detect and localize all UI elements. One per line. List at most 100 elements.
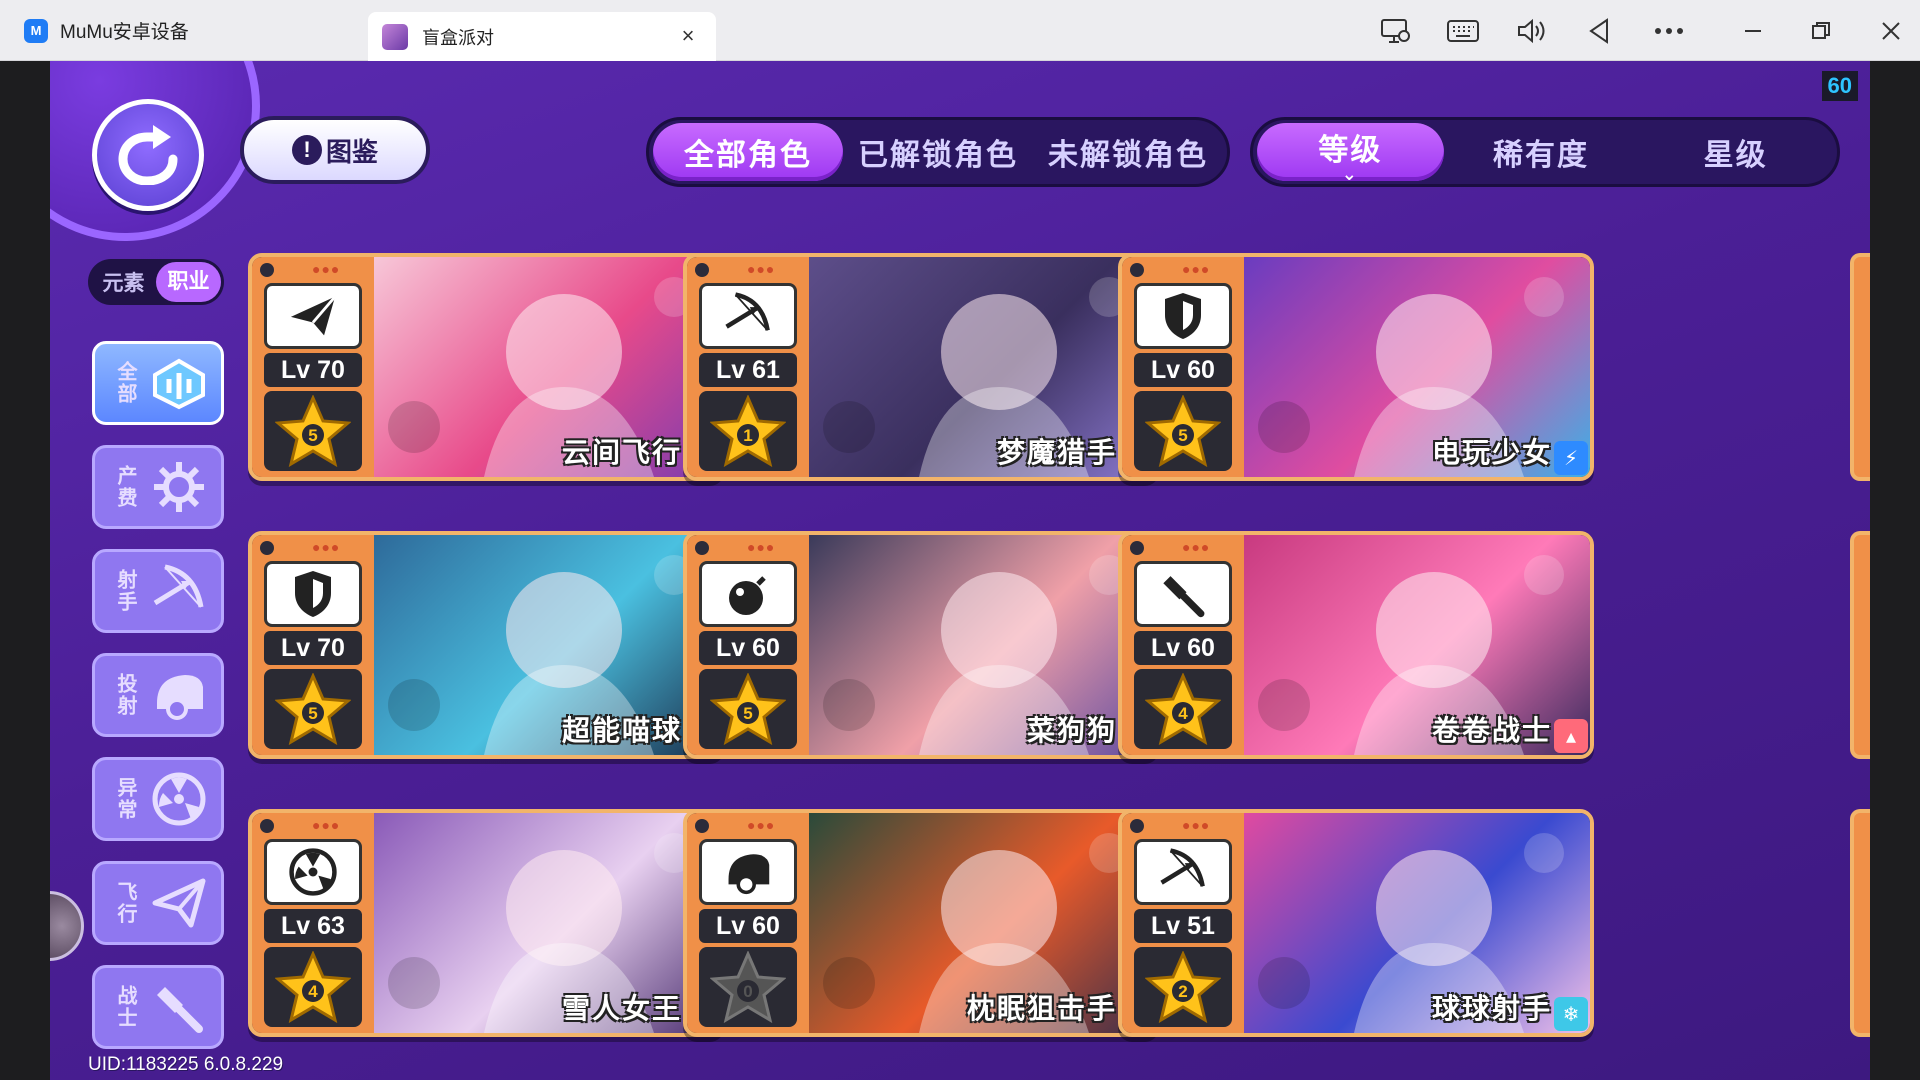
star-rank: 5 [1134, 391, 1232, 471]
card-info-panel: ●●● Lv 60 5 [1122, 257, 1244, 477]
more-options-icon[interactable] [1652, 14, 1686, 48]
star-icon: 2 [1145, 951, 1221, 1023]
character-card[interactable]: ●●● Lv 70 5 超能喵球 ⚡ [248, 531, 724, 759]
category-flying[interactable]: 飞行 [92, 861, 224, 945]
tab-locked-characters[interactable]: 未解锁角色 [1033, 123, 1223, 181]
peek-card[interactable] [1850, 809, 1870, 1037]
alert-icon: ! [291, 135, 322, 165]
star-icon: 4 [1145, 673, 1221, 745]
close-window-icon[interactable] [1874, 14, 1908, 48]
rarity-dots: ●●● [1182, 539, 1211, 555]
card-info-panel: ●●● Lv 60 0 [687, 813, 809, 1033]
level-badge: Lv 70 [264, 353, 362, 387]
character-card[interactable]: ●●● Lv 60 5 菜狗狗 ◐ [683, 531, 1159, 759]
card-corner-dot [1130, 541, 1144, 555]
paper-plane-icon [150, 874, 208, 932]
level-badge: Lv 63 [264, 909, 362, 943]
star-icon: 5 [710, 673, 786, 745]
game-tab[interactable]: 盲盒派对 × [368, 12, 716, 61]
character-card[interactable]: ●●● Lv 70 5 云间飞行 ⚡ [248, 253, 724, 481]
category-all[interactable]: 全部 [92, 341, 224, 425]
avatar[interactable] [50, 891, 84, 961]
tab-unlocked-characters[interactable]: 已解锁角色 [843, 123, 1033, 181]
toggle-job[interactable]: 职业 [156, 262, 221, 302]
element-job-toggle[interactable]: 元素 职业 [88, 259, 224, 305]
mumu-logo-icon: M [24, 18, 48, 43]
cannon-icon [699, 839, 797, 905]
star-rank: 0 [699, 947, 797, 1027]
card-info-panel: ●●● Lv 63 4 [252, 813, 374, 1033]
keyboard-icon[interactable] [1446, 14, 1480, 48]
character-name: 枕眠狙击手 [966, 993, 1117, 1024]
category-warrior[interactable]: 战士 [92, 965, 224, 1049]
character-name: 超能喵球 [561, 715, 682, 746]
lightning-icon: ⚡ [1554, 441, 1588, 475]
star-rank: 5 [264, 391, 362, 471]
card-corner-dot [1130, 263, 1144, 277]
card-corner-dot [695, 541, 709, 555]
character-card[interactable]: ●●● Lv 51 2 球球射手 ❄ [1118, 809, 1594, 1037]
minimize-icon[interactable] [1736, 14, 1770, 48]
toggle-element[interactable]: 元素 [91, 267, 156, 297]
card-corner-dot [260, 819, 274, 833]
star-icon: 4 [275, 951, 351, 1023]
volume-icon[interactable] [1514, 14, 1548, 48]
star-count: 5 [743, 704, 752, 723]
app-name: MuMu安卓设备 [60, 22, 189, 43]
game-viewport: 60 ! 图鉴 全部角色 已解锁角色 未解锁角色 等级 ⌄ 稀有度 星级 元素 … [50, 61, 1870, 1080]
level-badge: Lv 60 [1134, 353, 1232, 387]
rarity-dots: ●●● [1182, 261, 1211, 277]
character-card[interactable]: ●●● Lv 60 0 枕眠狙击手 ★ [683, 809, 1159, 1037]
app-tab[interactable]: M MuMu安卓设备 [0, 0, 368, 61]
bomb-icon [699, 561, 797, 627]
star-rank: 1 [699, 391, 797, 471]
rarity-dots: ●●● [312, 539, 341, 555]
card-corner-dot [695, 263, 709, 277]
star-count: 2 [1178, 982, 1187, 1001]
back-arrow-icon [118, 125, 178, 185]
character-card[interactable]: ●●● Lv 60 5 电玩少女 ⚡ [1118, 253, 1594, 481]
category-archer[interactable]: 射手 [92, 549, 224, 633]
character-name: 球球射手 [1431, 993, 1552, 1024]
character-card[interactable]: ●●● Lv 61 1 梦魔猎手 ▲ [683, 253, 1159, 481]
close-tab-button[interactable]: × [674, 22, 702, 50]
character-name: 电玩少女 [1431, 437, 1552, 468]
level-badge: Lv 61 [699, 353, 797, 387]
star-count: 4 [308, 982, 318, 1001]
back-triangle-icon[interactable] [1582, 14, 1616, 48]
character-card[interactable]: ●●● Lv 63 4 雪人女王 ❄ [248, 809, 724, 1037]
sort-level-label: 等级 [1318, 134, 1383, 167]
peek-card[interactable] [1850, 253, 1870, 481]
rarity-dots: ●●● [747, 261, 776, 277]
character-name: 卷卷战士 [1431, 715, 1552, 746]
character-card[interactable]: ●●● Lv 60 4 卷卷战士 ▴ [1118, 531, 1594, 759]
character-name: 雪人女王 [561, 993, 682, 1024]
star-icon: 5 [275, 395, 351, 467]
fps-counter: 60 [1821, 71, 1858, 101]
sort-by-star[interactable]: 星级 [1638, 123, 1833, 181]
rarity-dots: ●●● [747, 817, 776, 833]
uid-version-text: UID:1183225 6.0.8.229 [88, 1054, 284, 1075]
rarity-dots: ●●● [1182, 817, 1211, 833]
shield-icon [1134, 283, 1232, 349]
paper-plane-icon [264, 283, 362, 349]
card-corner-dot [260, 263, 274, 277]
sort-by-rarity[interactable]: 稀有度 [1444, 123, 1639, 181]
screen-share-icon[interactable] [1378, 14, 1412, 48]
sort-by-level[interactable]: 等级 ⌄ [1257, 123, 1444, 183]
peek-card[interactable] [1850, 531, 1870, 759]
category-abnormal[interactable]: 异常 [92, 757, 224, 841]
rarity-dots: ●●● [747, 539, 776, 555]
star-icon: 5 [1145, 395, 1221, 467]
star-icon: 5 [275, 673, 351, 745]
star-count: 5 [308, 704, 317, 723]
card-corner-dot [260, 541, 274, 555]
restore-window-icon[interactable] [1804, 14, 1838, 48]
category-production[interactable]: 产费 [92, 445, 224, 529]
gear-icon [150, 458, 208, 516]
category-projectile[interactable]: 投射 [92, 653, 224, 737]
back-button[interactable] [92, 99, 204, 211]
tab-all-characters[interactable]: 全部角色 [653, 123, 843, 181]
card-info-panel: ●●● Lv 70 5 [252, 535, 374, 755]
codex-button[interactable]: ! 图鉴 [240, 116, 430, 184]
